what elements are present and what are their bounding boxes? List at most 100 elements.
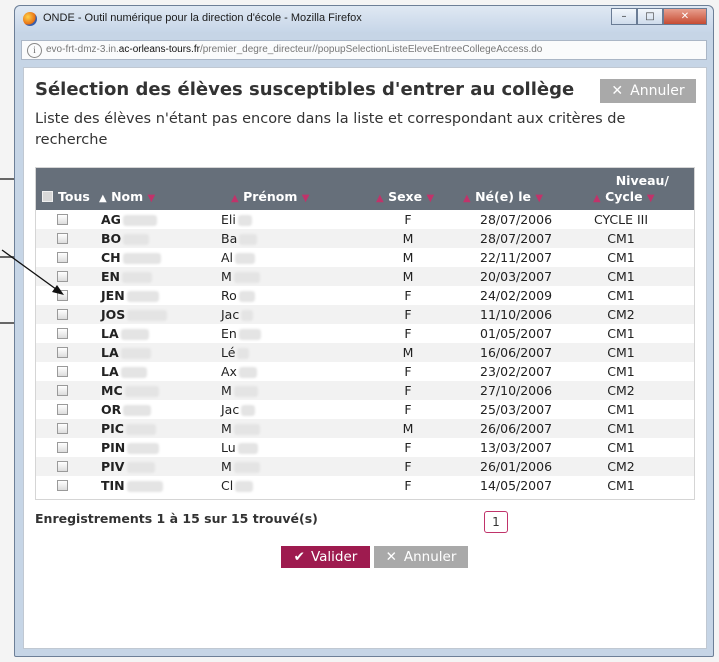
row-checkbox[interactable]: [57, 309, 68, 320]
cell-sexe: F: [404, 326, 412, 341]
cell-sexe: F: [404, 364, 412, 379]
nom-text: PIC: [101, 421, 124, 436]
sort-asc-icon[interactable]: ▲: [376, 193, 384, 204]
header-niveau[interactable]: ▲ Cycle ▼: [593, 189, 655, 204]
row-checkbox[interactable]: [57, 347, 68, 358]
cell-nom: TIN: [101, 478, 163, 493]
cell-sexe: F: [404, 288, 412, 303]
header-ne-le-label: Né(e) le: [475, 189, 532, 204]
nom-text: JEN: [101, 288, 125, 303]
cell-prenom: Jac: [221, 402, 256, 417]
row-checkbox[interactable]: [57, 366, 68, 377]
table-row[interactable]: PIC M M 26/06/2007 CM1: [36, 419, 694, 438]
header-nom[interactable]: ▲ Nom ▼: [99, 189, 155, 204]
nom-text: PIV: [101, 459, 125, 474]
table-row[interactable]: MC M F 27/10/2006 CM2: [36, 381, 694, 400]
url-bar[interactable]: i evo-frt-dmz-3.in.ac-orleans-tours.fr/p…: [21, 40, 707, 60]
cancel-label: Annuler: [403, 549, 457, 565]
cell-niveau: CM2: [607, 383, 635, 398]
cell-date: 20/03/2007: [480, 269, 553, 284]
table-row[interactable]: CH Al M 22/11/2007 CM1: [36, 248, 694, 267]
cell-nom: BO: [101, 231, 150, 246]
cell-sexe: F: [404, 307, 412, 322]
redacted-blur: [237, 215, 252, 226]
cell-niveau: CM1: [607, 421, 635, 436]
cancel-top-label: Annuler: [630, 83, 685, 99]
cell-sexe: M: [402, 345, 414, 360]
header-sexe[interactable]: ▲ Sexe ▼: [376, 189, 434, 204]
cell-niveau: CM1: [607, 478, 635, 493]
cancel-button[interactable]: ✕ Annuler: [374, 546, 468, 568]
prenom-text: Ro: [221, 288, 237, 303]
table-row[interactable]: OR Jac F 25/03/2007 CM1: [36, 400, 694, 419]
nom-text: JOS: [101, 307, 126, 322]
sort-desc-icon[interactable]: ▼: [535, 193, 543, 204]
sort-desc-icon[interactable]: ▼: [302, 193, 310, 204]
prenom-text: M: [221, 459, 232, 474]
table-row[interactable]: PIN Lu F 13/03/2007 CM1: [36, 438, 694, 457]
row-checkbox[interactable]: [57, 480, 68, 491]
prenom-text: M: [221, 269, 232, 284]
sort-asc-icon[interactable]: ▲: [593, 193, 601, 204]
maximize-button[interactable]: □: [637, 8, 663, 25]
sort-asc-icon[interactable]: ▲: [231, 193, 239, 204]
cell-prenom: Cl: [221, 478, 254, 493]
table-row[interactable]: AG Eli F 28/07/2006 CYCLE III: [36, 210, 694, 229]
cell-sexe: F: [404, 212, 412, 227]
window-controls: – □ ✕: [611, 8, 707, 26]
nom-text: PIN: [101, 440, 126, 455]
redacted-blur: [123, 234, 150, 245]
cell-niveau: CM2: [607, 459, 635, 474]
row-checkbox[interactable]: [57, 404, 68, 415]
cell-nom: LA: [101, 326, 149, 341]
redacted-blur: [237, 443, 258, 454]
table-row[interactable]: JOS Jac F 11/10/2006 CM2: [36, 305, 694, 324]
row-checkbox[interactable]: [57, 423, 68, 434]
sort-desc-icon[interactable]: ▼: [426, 193, 434, 204]
prenom-text: M: [221, 421, 232, 436]
cell-nom: MC: [101, 383, 159, 398]
page-number-button[interactable]: 1: [484, 511, 508, 533]
row-checkbox[interactable]: [57, 461, 68, 472]
cell-niveau: CYCLE III: [593, 212, 649, 227]
sort-desc-icon[interactable]: ▼: [647, 193, 655, 204]
table-row[interactable]: PIV M F 26/01/2006 CM2: [36, 457, 694, 476]
cell-prenom: Lé: [221, 345, 250, 360]
table-row[interactable]: BO Ba M 28/07/2007 CM1: [36, 229, 694, 248]
cell-sexe: F: [404, 402, 412, 417]
table-row[interactable]: LA En F 01/05/2007 CM1: [36, 324, 694, 343]
window-titlebar[interactable]: ONDE - Outil numérique pour la direction…: [15, 6, 713, 32]
header-prenom[interactable]: ▲ Prénom ▼: [231, 189, 309, 204]
cell-prenom: Ba: [221, 231, 258, 246]
header-ne-le[interactable]: ▲ Né(e) le ▼: [463, 189, 543, 204]
cell-prenom: Jac: [221, 307, 254, 322]
cell-nom: PIN: [101, 440, 160, 455]
cell-nom: PIV: [101, 459, 155, 474]
cell-niveau: CM1: [607, 402, 635, 417]
validate-button[interactable]: ✔ Valider: [281, 546, 370, 568]
students-table: Tous ▲ Nom ▼ ▲ Prénom ▼ ▲ Sexe ▼ ▲ Né(e)…: [35, 167, 695, 500]
sort-desc-icon[interactable]: ▼: [148, 193, 156, 204]
table-row[interactable]: JEN Ro F 24/02/2009 CM1: [36, 286, 694, 305]
sort-asc-icon[interactable]: ▲: [99, 193, 107, 204]
cell-niveau: CM1: [607, 364, 635, 379]
row-checkbox[interactable]: [57, 385, 68, 396]
sort-asc-icon[interactable]: ▲: [463, 193, 471, 204]
redacted-blur: [120, 329, 149, 340]
redacted-blur: [127, 310, 168, 321]
table-row[interactable]: LA Lé M 16/06/2007 CM1: [36, 343, 694, 362]
prenom-text: Eli: [221, 212, 236, 227]
row-checkbox[interactable]: [57, 442, 68, 453]
table-row[interactable]: TIN Cl F 14/05/2007 CM1: [36, 476, 694, 495]
cell-nom: JOS: [101, 307, 168, 322]
cell-date: 14/05/2007: [480, 478, 553, 493]
cell-prenom: Al: [221, 250, 256, 265]
cancel-top-button[interactable]: ✕ Annuler: [600, 79, 696, 103]
minimize-button[interactable]: –: [611, 8, 637, 25]
table-row[interactable]: LA Ax F 23/02/2007 CM1: [36, 362, 694, 381]
header-prenom-label: Prénom: [243, 189, 298, 204]
row-checkbox[interactable]: [57, 328, 68, 339]
table-row[interactable]: EN M M 20/03/2007 CM1: [36, 267, 694, 286]
close-button[interactable]: ✕: [663, 8, 707, 25]
redacted-blur: [123, 405, 152, 416]
